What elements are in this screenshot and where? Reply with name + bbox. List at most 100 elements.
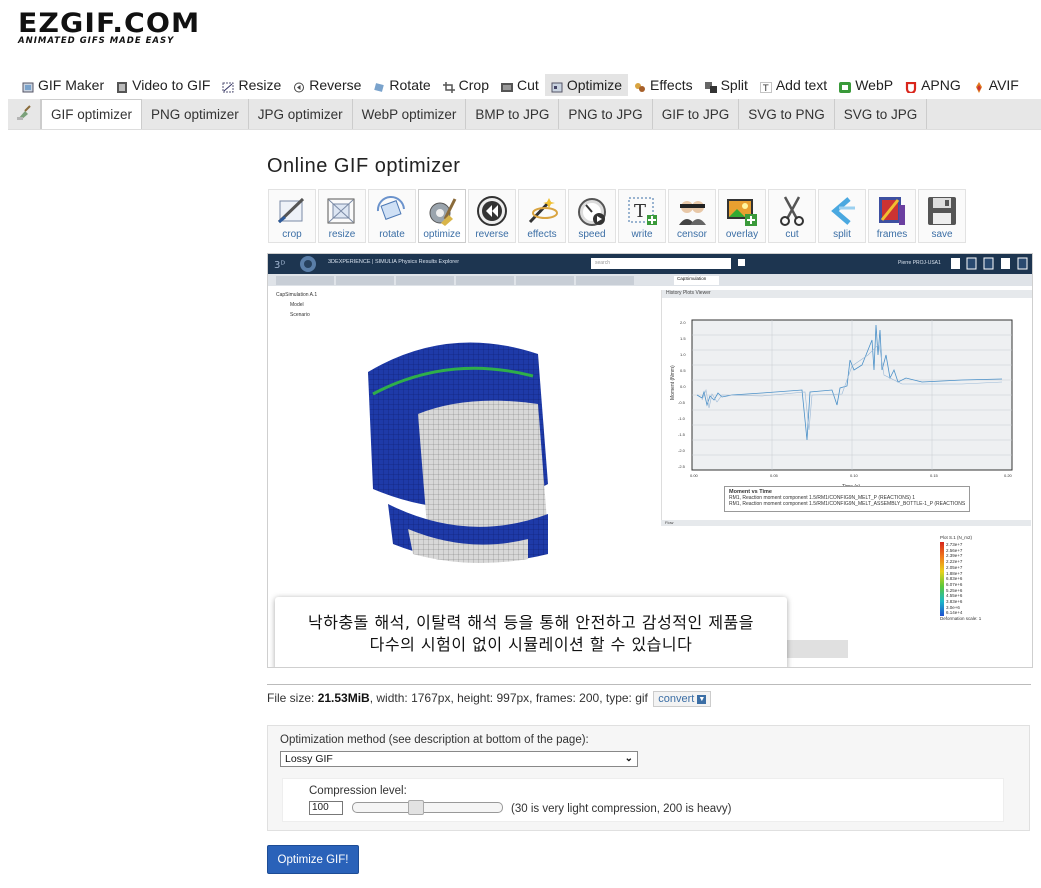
split-icon (825, 195, 859, 227)
tool-cut[interactable]: cut (768, 189, 816, 243)
tool-resize[interactable]: resize (318, 189, 366, 243)
slider-thumb[interactable] (408, 800, 424, 815)
tab-png-to-jpg[interactable]: PNG to JPG (559, 99, 653, 129)
plot-ylabel: Moment (Nmm) (670, 365, 676, 400)
tool-label: cut (785, 229, 799, 240)
crop-icon (442, 80, 455, 93)
svg-text:T: T (762, 84, 769, 93)
tool-label: write (631, 229, 653, 240)
nav-label: WebP (855, 77, 894, 93)
tab-svg-to-png[interactable]: SVG to PNG (739, 99, 835, 129)
svg-text:T: T (634, 201, 646, 222)
resize-icon (325, 195, 359, 227)
compression-slider[interactable] (352, 800, 503, 815)
nav-split[interactable]: Split (699, 74, 754, 96)
moment-time-plot: Moment (Nmm) Time (s) 2.0 1.5 1.0 0.5 0.… (670, 319, 1013, 490)
tool-split[interactable]: split (818, 189, 866, 243)
nav-effects[interactable]: Effects (628, 74, 699, 96)
method-label: Optimization method (see description at … (280, 734, 589, 746)
nav-cut[interactable]: Cut (495, 74, 545, 96)
optimize-icon (551, 80, 563, 92)
tool-label: overlay (725, 229, 759, 240)
scale-value: 2.05e+7 (946, 564, 963, 570)
scale-value: 3.83e+6 (946, 599, 963, 605)
tab-gif-to-jpg[interactable]: GIF to JPG (653, 99, 740, 129)
ytick: -2.5 (678, 464, 686, 469)
preview-tab-active: CapSimulation (677, 276, 707, 281)
tab-svg-to-jpg[interactable]: SVG to JPG (835, 99, 928, 129)
preview-search: search (595, 260, 611, 266)
scale-value: 2.22e+7 (946, 559, 963, 565)
crop-icon (275, 195, 309, 227)
tool-label: split (833, 229, 851, 240)
video-icon (116, 80, 128, 93)
chevron-down-icon: ⌄ (624, 753, 633, 764)
optimization-form: Optimization method (see description at … (267, 725, 1030, 831)
nav-rotate[interactable]: Rotate (367, 74, 436, 96)
nav-reverse[interactable]: Reverse (287, 74, 367, 96)
tool-label: rotate (379, 229, 405, 240)
tool-crop[interactable]: crop (268, 189, 316, 243)
tab-gif-optimizer[interactable]: GIF optimizer (41, 99, 143, 129)
nav-add-text[interactable]: T Add text (754, 74, 833, 96)
logo-name: EZGIF.COM (18, 8, 201, 39)
tool-label: save (931, 229, 953, 240)
tab-jpg-optimizer[interactable]: JPG optimizer (249, 99, 353, 129)
tool-censor[interactable]: censor (668, 189, 716, 243)
convert-label: convert (658, 693, 695, 705)
tool-write[interactable]: Twrite (618, 189, 666, 243)
nav-apng[interactable]: APNG (899, 74, 967, 96)
tool-optimize[interactable]: optimize (418, 189, 466, 243)
tab-bmp-to-jpg[interactable]: BMP to JPG (466, 99, 560, 129)
optimize-gif-button[interactable]: Optimize GIF! (267, 845, 359, 874)
tab-png-optimizer[interactable]: PNG optimizer (142, 99, 249, 129)
nav-video-to-gif[interactable]: Video to GIF (110, 74, 216, 96)
ytick: -0.5 (678, 400, 686, 405)
divider (267, 684, 1031, 685)
nav-crop[interactable]: Crop (437, 74, 495, 96)
nav-avif[interactable]: AVIF (967, 74, 1025, 96)
tool-label: speed (578, 229, 606, 240)
nav-label: Resize (238, 77, 282, 93)
tree-item: CapSimulation A.1 (276, 292, 318, 298)
tool-frames[interactable]: frames (868, 189, 916, 243)
site-logo[interactable]: EZGIF.COM ANIMATED GIFS MADE EASY (18, 10, 199, 46)
home-tab[interactable] (8, 99, 41, 129)
compression-hint: (30 is very light compression, 200 is he… (511, 803, 732, 815)
plot-legend: Moment vs Time RM1, Reaction moment comp… (724, 486, 970, 512)
censor-icon (675, 195, 709, 227)
tool-effects[interactable]: effects (518, 189, 566, 243)
convert-button[interactable]: convert ▼ (653, 691, 712, 707)
compression-input[interactable]: 100 (309, 801, 343, 815)
cut-icon (501, 80, 514, 92)
method-select[interactable]: Lossy GIF ⌄ (280, 751, 638, 767)
nav-resize[interactable]: Resize (216, 74, 287, 96)
tool-label: resize (328, 229, 356, 240)
compression-panel: Compression level: 100 (30 is very light… (282, 778, 1004, 822)
effects-icon (525, 195, 559, 227)
tab-webp-optimizer[interactable]: WebP optimizer (353, 99, 467, 129)
tool-reverse[interactable]: reverse (468, 189, 516, 243)
ytick: 0.0 (680, 384, 686, 389)
xtick: 0.10 (850, 473, 859, 478)
preview-user: Pierre PROJ-USA1 (898, 260, 941, 266)
scale-footer: Deformation scale: 1 (940, 616, 982, 622)
tool-rotate[interactable]: rotate (368, 189, 416, 243)
nav-label: Effects (650, 77, 693, 93)
tool-save[interactable]: save (918, 189, 966, 243)
nav-webp[interactable]: WebP (833, 74, 899, 96)
ytick: -1.5 (678, 432, 686, 437)
tree-item: Model (290, 302, 304, 308)
video-caption: 낙하충돌 해석, 이탈력 해석 등을 통해 안전하고 감성적인 제품을 다수의 … (275, 597, 787, 667)
caption-line: 다수의 시험이 없이 시뮬레이션 할 수 있습니다 (369, 635, 693, 654)
file-size-label: File size: (267, 691, 318, 706)
nav-gif-maker[interactable]: GIF Maker (16, 74, 110, 96)
svg-text:3ᴰ: 3ᴰ (274, 260, 285, 271)
tool-overlay[interactable]: overlay (718, 189, 766, 243)
scale-title: Plot S.1 (N_m2) (940, 535, 973, 540)
text-icon: T (759, 80, 772, 94)
nav-optimize[interactable]: Optimize (544, 74, 629, 96)
tool-speed[interactable]: speed (568, 189, 616, 243)
tool-label: censor (676, 229, 707, 240)
tree-item: Scenario (290, 312, 310, 318)
